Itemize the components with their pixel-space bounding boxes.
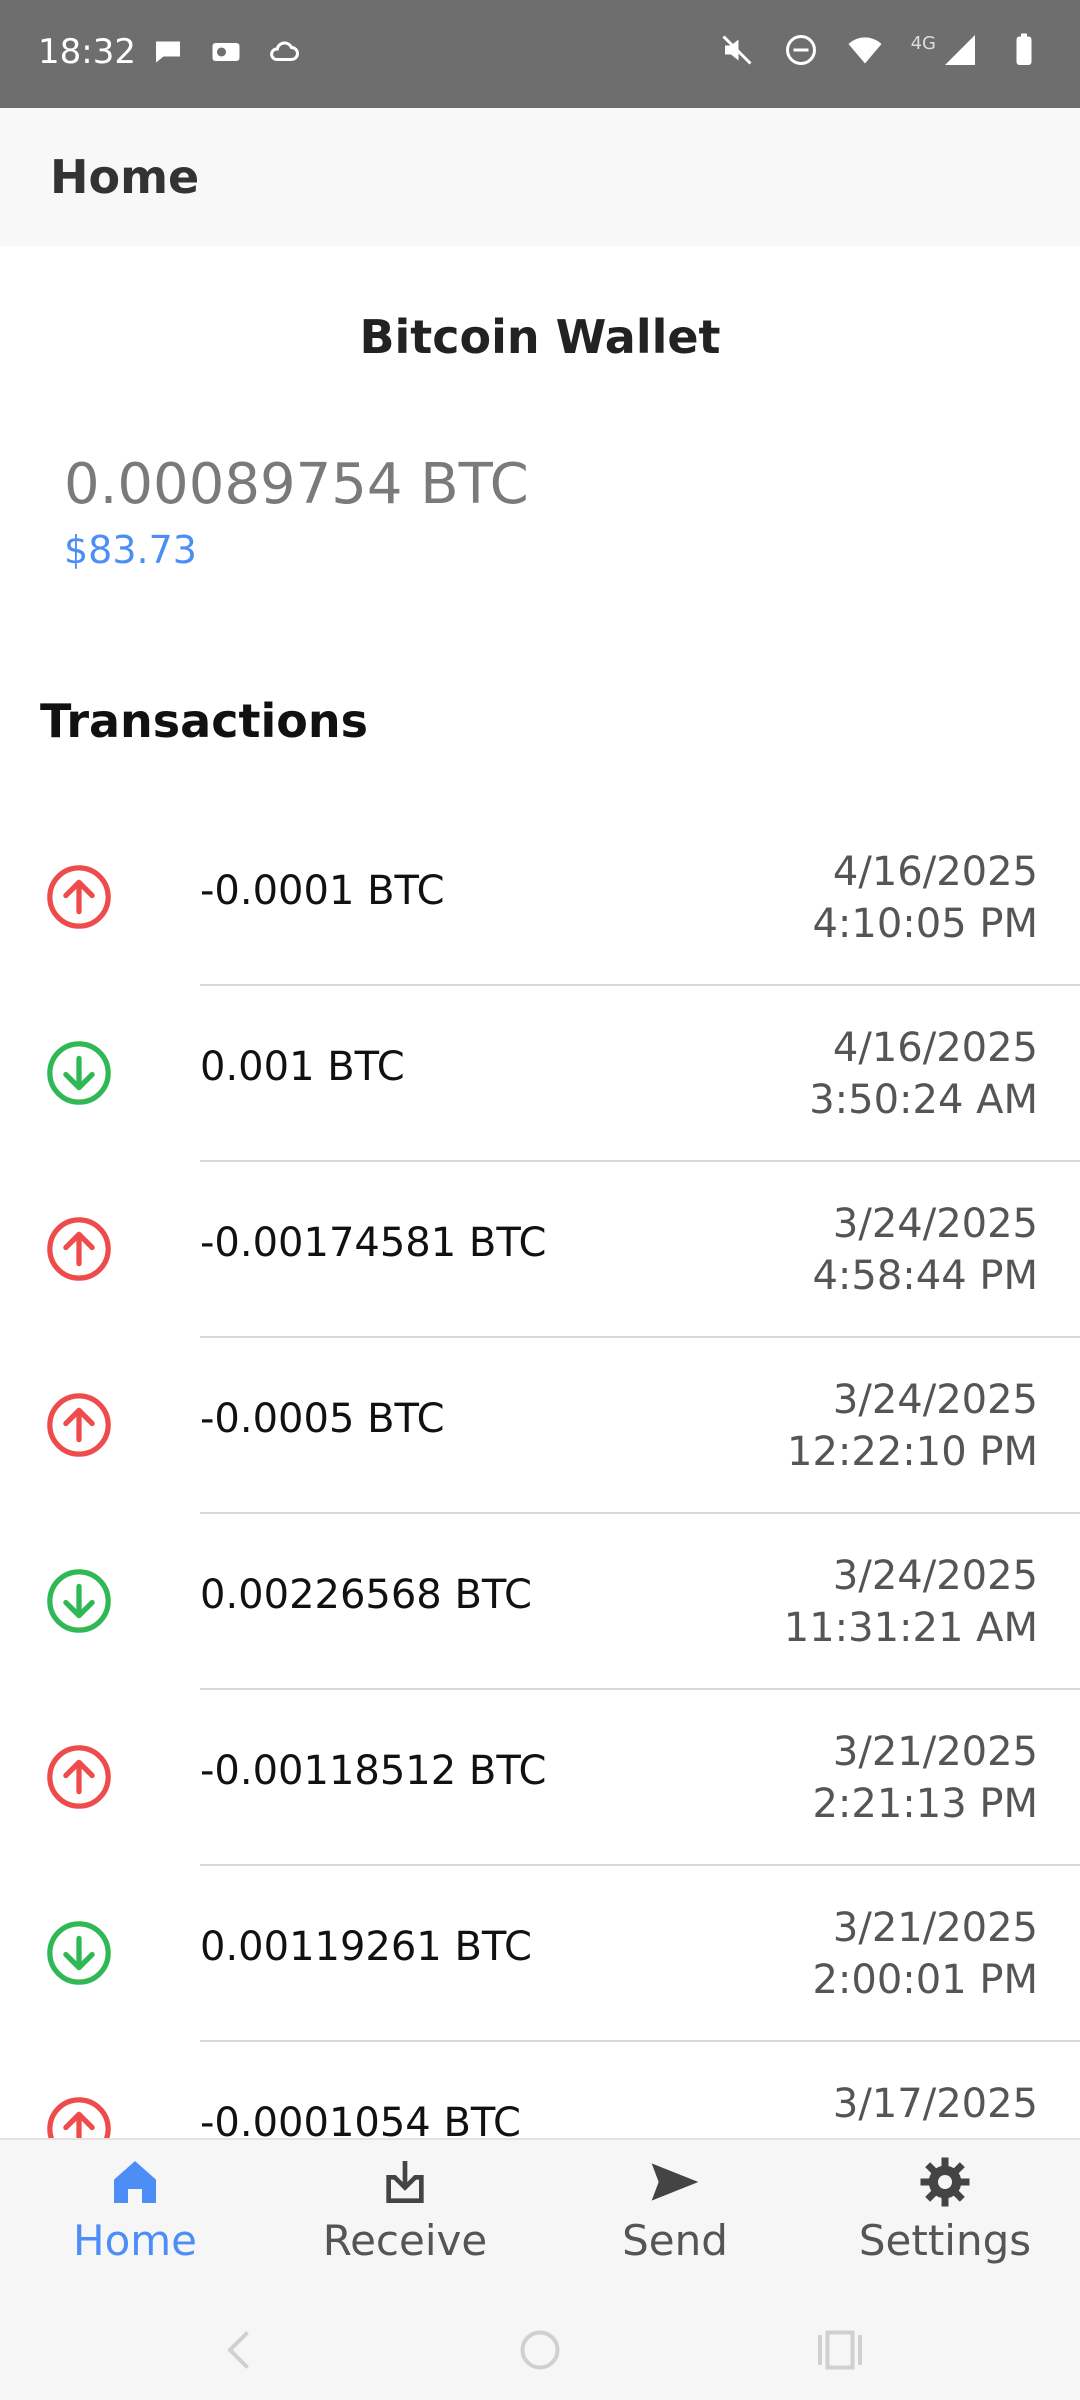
back-icon[interactable] [210,2320,270,2380]
balance-btc: 0.00089754 BTC [64,452,529,517]
arrow-up-circle-icon [47,1217,111,1281]
balance-usd: $83.73 [64,528,197,572]
transaction-date: 3/24/2025 [832,1377,1038,1423]
app-bar: Home [0,108,1080,246]
transaction-amount: -0.0001 BTC [200,868,445,914]
transaction-amount: 0.001 BTC [200,1044,405,1090]
recents-icon[interactable] [810,2320,870,2380]
wallet-title: Bitcoin Wallet [359,310,721,364]
transaction-date: 3/24/2025 [832,1553,1038,1599]
transaction-date: 3/24/2025 [832,1201,1038,1247]
send-icon [651,2163,699,2201]
transaction-row[interactable]: 0.00226568 BTC 3/24/2025 11:31:21 AM [0,1514,1080,1690]
chat-notification-icon [156,41,180,63]
cell-signal-icon [945,35,975,65]
transaction-amount: 0.00226568 BTC [200,1572,532,1618]
transaction-time: 4:58:44 PM [812,1253,1038,1299]
transaction-date: 3/21/2025 [832,1729,1038,1775]
wifi-icon [848,37,882,64]
arrow-up-circle-icon [47,1745,111,1809]
transaction-time: 2:21:13 PM [812,1781,1038,1827]
cloud-notification-icon [270,41,299,61]
transaction-row[interactable]: -0.0001 BTC 4/16/2025 4:10:05 PM [0,810,1080,986]
home-icon [114,2161,156,2203]
transaction-list[interactable]: -0.0001 BTC 4/16/2025 4:10:05 PM 0.001 BT… [0,810,1080,2138]
arrow-up-circle-icon [47,1393,111,1457]
nav-home[interactable]: Home [0,2154,270,2265]
transaction-date: 4/16/2025 [832,1025,1038,1071]
home-button-icon[interactable] [510,2320,570,2380]
battery-icon [1016,33,1032,65]
transaction-row[interactable]: 0.00119261 BTC 3/21/2025 2:00:01 PM [0,1866,1080,2042]
transaction-date: 3/17/2025 [832,2081,1038,2127]
transaction-amount: -0.0005 BTC [200,1396,445,1442]
transaction-row[interactable]: -0.00118512 BTC 3/21/2025 2:21:13 PM [0,1690,1080,1866]
transaction-time: 4:10:05 PM [812,901,1038,947]
nav-receive-label: Receive [322,2216,488,2265]
nav-receive[interactable]: Receive [270,2154,540,2265]
transaction-row[interactable]: -0.0001054 BTC 3/17/2025 [0,2042,1080,2138]
transaction-time: 2:00:01 PM [812,1957,1038,2003]
transaction-amount: -0.0001054 BTC [200,2100,521,2138]
nav-send[interactable]: Send [540,2154,810,2265]
do-not-disturb-icon [785,35,816,65]
status-bar: 18:32 4G [0,0,1080,108]
transaction-time: 3:50:24 AM [809,1077,1038,1123]
system-navigation-bar [0,2298,1080,2400]
transaction-date: 3/21/2025 [832,1905,1038,1951]
nav-send-label: Send [622,2216,728,2265]
transaction-amount: -0.00118512 BTC [200,1748,547,1794]
bottom-navigation: Home Receive Send Settings [0,2138,1080,2300]
page-title: Home [50,150,200,204]
download-icon [386,2161,424,2203]
nav-settings[interactable]: Settings [810,2154,1080,2265]
arrow-up-circle-icon [47,865,111,929]
network-label: 4G [910,32,936,54]
nav-home-label: Home [72,2216,198,2265]
transaction-amount: -0.00174581 BTC [200,1220,547,1266]
status-time: 18:32 [38,32,136,72]
transaction-amount: 0.00119261 BTC [200,1924,532,1970]
arrow-down-circle-icon [47,1569,111,1633]
transaction-row[interactable]: -0.0005 BTC 3/24/2025 12:22:10 PM [0,1338,1080,1514]
mute-icon [722,35,752,65]
transaction-time: 12:22:10 PM [787,1429,1038,1475]
transaction-row[interactable]: 0.001 BTC 4/16/2025 3:50:24 AM [0,986,1080,1162]
arrow-down-circle-icon [47,1921,111,1985]
arrow-up-circle-icon [47,2097,111,2138]
outlook-notification-icon [212,43,240,61]
gear-icon [920,2157,970,2207]
transaction-row[interactable]: -0.00174581 BTC 3/24/2025 4:58:44 PM [0,1162,1080,1338]
transaction-date: 4/16/2025 [832,849,1038,895]
transaction-time: 11:31:21 AM [783,1605,1038,1651]
arrow-down-circle-icon [47,1041,111,1105]
transactions-heading: Transactions [40,694,368,748]
nav-settings-label: Settings [858,2216,1032,2265]
